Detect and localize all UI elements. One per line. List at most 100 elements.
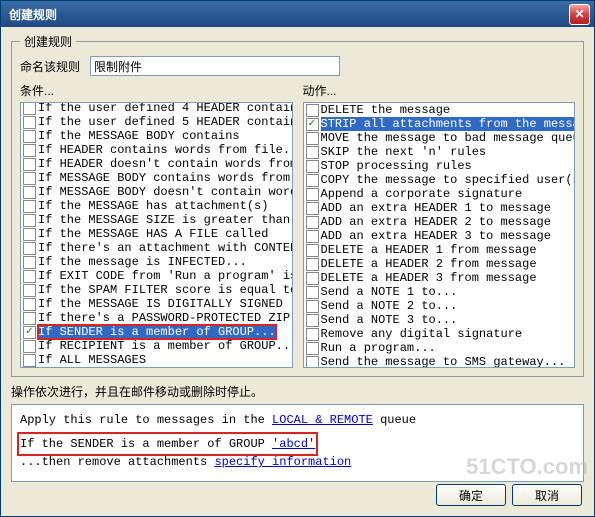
- condition-item[interactable]: If HEADER contains words from file...: [21, 143, 292, 157]
- action-item-label: SKIP the next 'n' rules: [321, 145, 487, 159]
- condition-item[interactable]: If the SPAM FILTER score is equal to: [21, 283, 292, 297]
- checkbox-icon[interactable]: [306, 314, 319, 327]
- checkbox-icon[interactable]: [23, 298, 36, 311]
- checkbox-icon[interactable]: [23, 340, 36, 353]
- action-item[interactable]: SKIP the next 'n' rules: [304, 145, 575, 159]
- checkbox-icon[interactable]: [23, 200, 36, 213]
- dialog-buttons: 确定 取消: [436, 484, 582, 506]
- action-item-label: Send a NOTE 3 to...: [321, 313, 458, 327]
- checkbox-icon[interactable]: [306, 244, 319, 257]
- action-item[interactable]: DELETE a HEADER 3 from message: [304, 271, 575, 285]
- checkbox-icon[interactable]: [306, 272, 319, 285]
- checkbox-icon[interactable]: [23, 312, 36, 325]
- checkbox-icon[interactable]: [306, 300, 319, 313]
- condition-item[interactable]: If the user defined 5 HEADER contains: [21, 115, 292, 129]
- condition-item-label: If ALL MESSAGES: [38, 353, 146, 367]
- checkbox-icon[interactable]: [306, 328, 319, 341]
- condition-item-label: If the SPAM FILTER score is equal to: [38, 283, 292, 297]
- condition-item-label: If EXIT CODE from 'Run a program' is equ: [38, 269, 292, 283]
- checkbox-icon[interactable]: [23, 116, 36, 129]
- action-item[interactable]: Append a corporate signature: [304, 187, 575, 201]
- specify-link[interactable]: specify information: [214, 455, 351, 469]
- checkbox-icon[interactable]: [306, 286, 319, 299]
- checkbox-icon[interactable]: [23, 284, 36, 297]
- action-item[interactable]: STOP processing rules: [304, 159, 575, 173]
- action-item[interactable]: Remove any digital signature: [304, 327, 575, 341]
- fieldset-legend: 创建规则: [20, 33, 76, 50]
- checkbox-icon[interactable]: [23, 158, 36, 171]
- condition-item[interactable]: If the MESSAGE HAS A FILE called: [21, 227, 292, 241]
- condition-item[interactable]: If the MESSAGE IS DIGITALLY SIGNED: [21, 297, 292, 311]
- condition-item[interactable]: If RECIPIENT is a member of GROUP...: [21, 339, 292, 353]
- checkbox-icon[interactable]: [306, 216, 319, 229]
- checkbox-icon[interactable]: [23, 103, 36, 115]
- actions-listbox[interactable]: DELETE the message✓STRIP all attachments…: [303, 102, 576, 368]
- rule-fieldset: 创建规则 命名该规则 条件... If the REPLY-TO HEADER …: [11, 33, 584, 377]
- checkbox-icon[interactable]: [306, 188, 319, 201]
- action-item-label: Run a program...: [321, 341, 436, 355]
- condition-item[interactable]: If HEADER doesn't contain words from fil…: [21, 157, 292, 171]
- checkbox-icon[interactable]: [23, 172, 36, 185]
- checkbox-icon[interactable]: [306, 146, 319, 159]
- checkbox-icon[interactable]: [306, 132, 319, 145]
- action-item-label: STOP processing rules: [321, 159, 472, 173]
- action-item[interactable]: ✓STRIP all attachments from the message: [304, 117, 575, 131]
- action-item[interactable]: Run a program...: [304, 341, 575, 355]
- checkbox-icon[interactable]: [23, 214, 36, 227]
- condition-item[interactable]: If ALL MESSAGES: [21, 353, 292, 367]
- checkbox-icon[interactable]: [306, 174, 319, 187]
- condition-item[interactable]: If MESSAGE BODY doesn't contain words fr: [21, 185, 292, 199]
- condition-item[interactable]: If the message is INFECTED...: [21, 255, 292, 269]
- action-item[interactable]: DELETE a HEADER 2 from message: [304, 257, 575, 271]
- condition-item[interactable]: If there's a PASSWORD-PROTECTED ZIP file: [21, 311, 292, 325]
- window-title: 创建规则: [5, 6, 569, 23]
- checkbox-icon[interactable]: [306, 202, 319, 215]
- condition-item[interactable]: ✓If SENDER is a member of GROUP...: [21, 325, 292, 339]
- condition-item[interactable]: If the MESSAGE SIZE is greater than: [21, 213, 292, 227]
- checkbox-icon[interactable]: [306, 104, 319, 117]
- checkbox-icon[interactable]: [306, 342, 319, 355]
- action-item[interactable]: ADD an extra HEADER 1 to message: [304, 201, 575, 215]
- checkbox-icon[interactable]: [23, 354, 36, 367]
- action-item[interactable]: Send a NOTE 2 to...: [304, 299, 575, 313]
- condition-item[interactable]: If the user defined 4 HEADER contains: [21, 103, 292, 115]
- action-item-label: Send a NOTE 2 to...: [321, 299, 458, 313]
- checkbox-icon[interactable]: [23, 186, 36, 199]
- action-item-label: ADD an extra HEADER 2 to message: [321, 215, 551, 229]
- condition-item[interactable]: If the MESSAGE has attachment(s): [21, 199, 292, 213]
- rule-name-input[interactable]: [90, 56, 340, 76]
- cancel-button[interactable]: 取消: [512, 484, 582, 506]
- condition-item[interactable]: If the MESSAGE BODY contains: [21, 129, 292, 143]
- checkbox-icon[interactable]: [306, 160, 319, 173]
- condition-item[interactable]: If EXIT CODE from 'Run a program' is equ: [21, 269, 292, 283]
- action-item[interactable]: ADD an extra HEADER 3 to message: [304, 229, 575, 243]
- condition-item[interactable]: If MESSAGE BODY contains words from file: [21, 171, 292, 185]
- checkbox-icon[interactable]: [23, 242, 36, 255]
- condition-item[interactable]: If there's an attachment with CONTENT-TY: [21, 241, 292, 255]
- condition-item-label: If the user defined 5 HEADER contains: [38, 115, 292, 129]
- checkbox-icon[interactable]: [23, 256, 36, 269]
- checkbox-icon[interactable]: [306, 356, 319, 368]
- action-item[interactable]: DELETE the message: [304, 103, 575, 117]
- checkbox-icon[interactable]: [23, 144, 36, 157]
- checkbox-icon[interactable]: [306, 258, 319, 271]
- condition-item-label: If the MESSAGE IS DIGITALLY SIGNED: [38, 297, 283, 311]
- ok-button[interactable]: 确定: [436, 484, 506, 506]
- checkbox-icon[interactable]: ✓: [306, 118, 319, 131]
- action-item[interactable]: Send a NOTE 1 to...: [304, 285, 575, 299]
- checkbox-icon[interactable]: [306, 230, 319, 243]
- queue-link[interactable]: LOCAL & REMOTE: [272, 413, 373, 427]
- group-link[interactable]: 'abcd': [272, 437, 315, 451]
- checkbox-icon[interactable]: [23, 130, 36, 143]
- action-item[interactable]: Send the message to SMS gateway...: [304, 355, 575, 367]
- checkbox-icon[interactable]: ✓: [23, 326, 36, 339]
- action-item[interactable]: Send a NOTE 3 to...: [304, 313, 575, 327]
- action-item[interactable]: DELETE a HEADER 1 from message: [304, 243, 575, 257]
- action-item[interactable]: COPY the message to specified user(s): [304, 173, 575, 187]
- checkbox-icon[interactable]: [23, 270, 36, 283]
- action-item[interactable]: MOVE the message to bad message queue: [304, 131, 575, 145]
- close-button[interactable]: ✕: [569, 4, 590, 25]
- conditions-listbox[interactable]: If the REPLY-TO HEADER containsIf the us…: [20, 102, 293, 368]
- checkbox-icon[interactable]: [23, 228, 36, 241]
- action-item[interactable]: ADD an extra HEADER 2 to message: [304, 215, 575, 229]
